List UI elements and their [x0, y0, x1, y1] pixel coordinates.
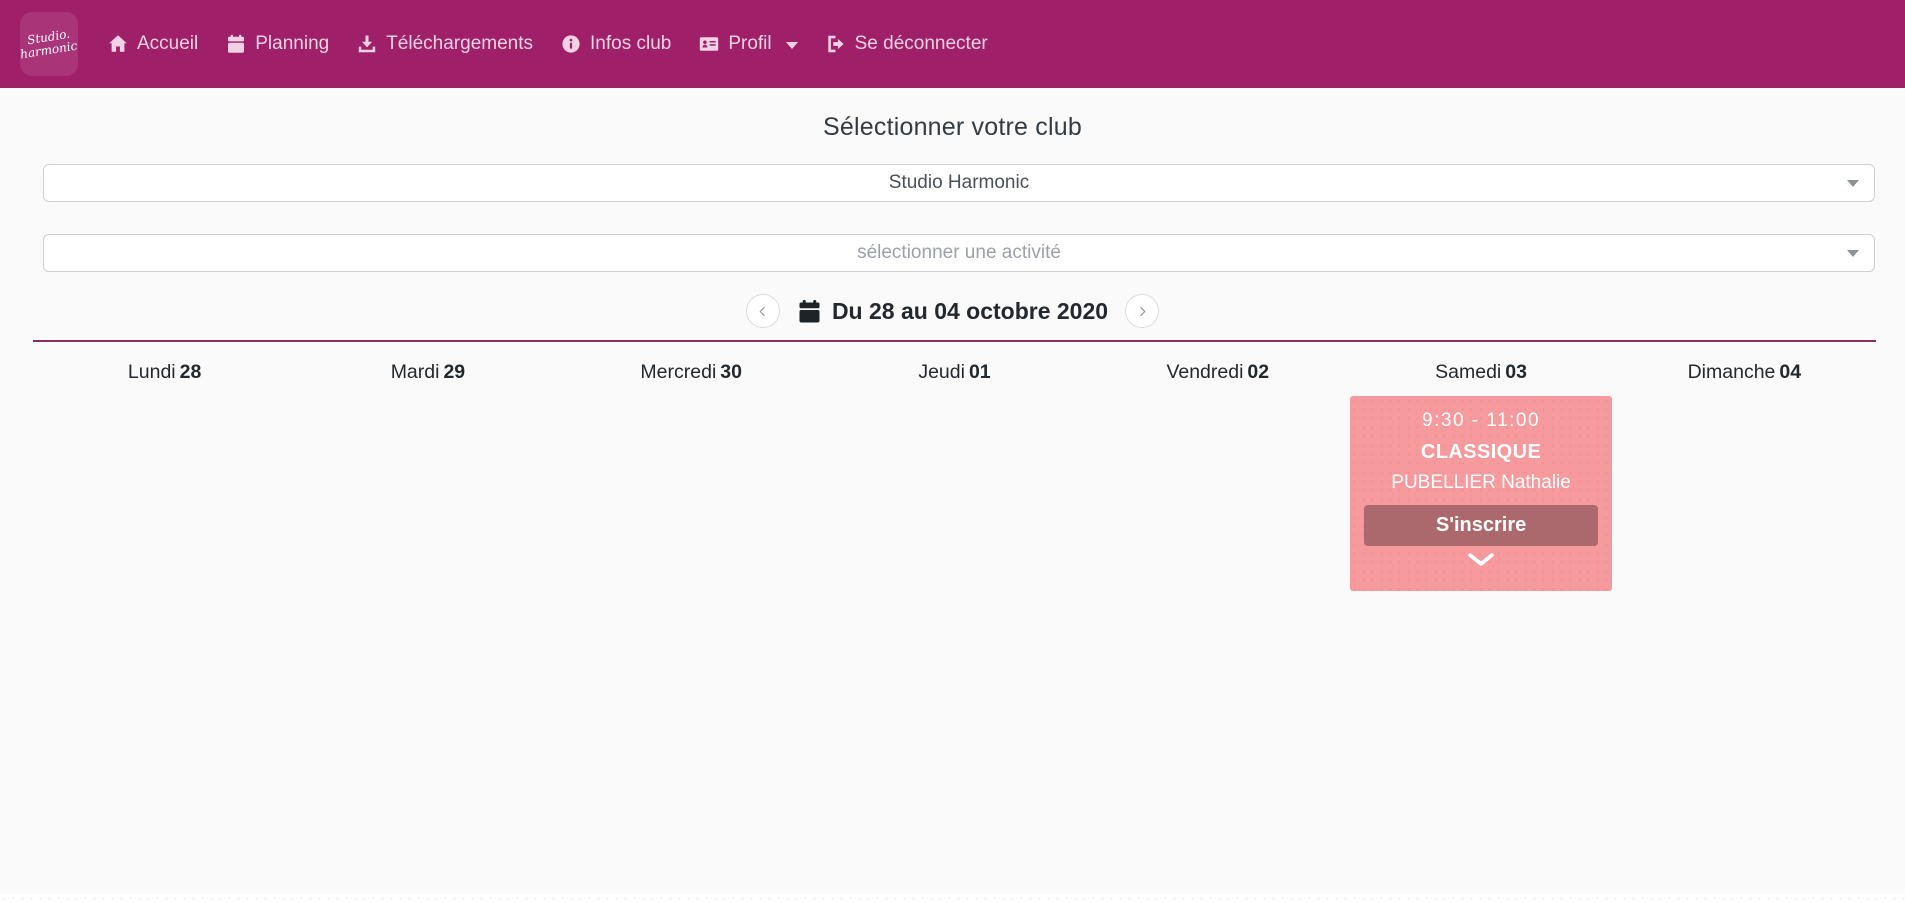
- nav-item-label: Profil: [728, 33, 771, 55]
- navbar: Studio. harmonic Accueil Planning Téléch…: [0, 0, 1905, 88]
- divider: [33, 340, 1876, 342]
- day-header-vendredi: Vendredi02: [1086, 361, 1349, 384]
- chevron-left-icon: [756, 305, 769, 318]
- nav-item-telechargements[interactable]: Téléchargements: [343, 33, 547, 55]
- caret-down-icon: [786, 42, 798, 49]
- day-header-mardi: Mardi29: [296, 361, 559, 384]
- nav-item-label: Planning: [255, 33, 329, 55]
- event-time: 9:30 - 11:00: [1364, 410, 1597, 432]
- day-header-dimanche: Dimanche04: [1613, 361, 1876, 384]
- activity-select[interactable]: sélectionner une activité: [43, 234, 1875, 272]
- nav-item-accueil[interactable]: Accueil: [94, 33, 212, 55]
- register-button[interactable]: S'inscrire: [1364, 505, 1597, 546]
- day-header-jeudi: Jeudi01: [823, 361, 1086, 384]
- day-header-lundi: Lundi28: [33, 361, 296, 384]
- day-column-samedi: 9:30 - 11:00 CLASSIQUE PUBELLIER Nathali…: [1349, 396, 1612, 591]
- footer-strip: [0, 894, 1905, 903]
- nav-item-se-deconnecter[interactable]: Se déconnecter: [812, 33, 1002, 55]
- calendar-icon: [226, 34, 246, 54]
- week-range-label: Du 28 au 04 octobre 2020: [832, 298, 1108, 325]
- info-icon: [561, 34, 581, 54]
- page-title: Sélectionner votre club: [0, 113, 1905, 142]
- week-grid: 9:30 - 11:00 CLASSIQUE PUBELLIER Nathali…: [0, 396, 1905, 591]
- home-icon: [108, 34, 128, 54]
- nav-item-planning[interactable]: Planning: [212, 33, 343, 55]
- chevron-down-icon: [1847, 180, 1859, 187]
- day-header-samedi: Samedi03: [1349, 361, 1612, 384]
- sign-out-icon: [826, 34, 846, 54]
- nav-item-label: Téléchargements: [386, 33, 533, 55]
- nav-item-label: Se déconnecter: [855, 33, 988, 55]
- next-week-button[interactable]: [1125, 294, 1159, 328]
- club-select[interactable]: Studio Harmonic: [43, 164, 1875, 202]
- logo[interactable]: Studio. harmonic: [20, 12, 78, 76]
- chevron-right-icon: [1136, 305, 1149, 318]
- chevron-down-icon: [1847, 250, 1859, 257]
- nav-item-label: Infos club: [590, 33, 671, 55]
- calendar-icon: [797, 299, 822, 324]
- expand-event-button[interactable]: [1364, 553, 1597, 566]
- week-range: Du 28 au 04 octobre 2020: [797, 298, 1108, 325]
- event-teacher: PUBELLIER Nathalie: [1364, 472, 1597, 494]
- club-select-value: Studio Harmonic: [889, 172, 1029, 194]
- nav-item-infos-club[interactable]: Infos club: [547, 33, 685, 55]
- chevron-down-icon: [1467, 553, 1495, 566]
- nav-item-label: Accueil: [137, 33, 198, 55]
- day-header-mercredi: Mercredi30: [560, 361, 823, 384]
- activity-select-placeholder: sélectionner une activité: [857, 242, 1061, 264]
- week-navigation: Du 28 au 04 octobre 2020: [0, 294, 1905, 328]
- prev-week-button[interactable]: [746, 294, 780, 328]
- download-icon: [357, 34, 377, 54]
- main-content: Sélectionner votre club Studio Harmonic …: [0, 113, 1905, 591]
- nav-item-profil[interactable]: Profil: [685, 33, 811, 55]
- day-headers-row: Lundi28 Mardi29 Mercredi30 Jeudi01 Vendr…: [0, 361, 1905, 384]
- event-card[interactable]: 9:30 - 11:00 CLASSIQUE PUBELLIER Nathali…: [1350, 396, 1611, 591]
- event-activity: CLASSIQUE: [1364, 441, 1597, 464]
- id-card-icon: [699, 34, 719, 54]
